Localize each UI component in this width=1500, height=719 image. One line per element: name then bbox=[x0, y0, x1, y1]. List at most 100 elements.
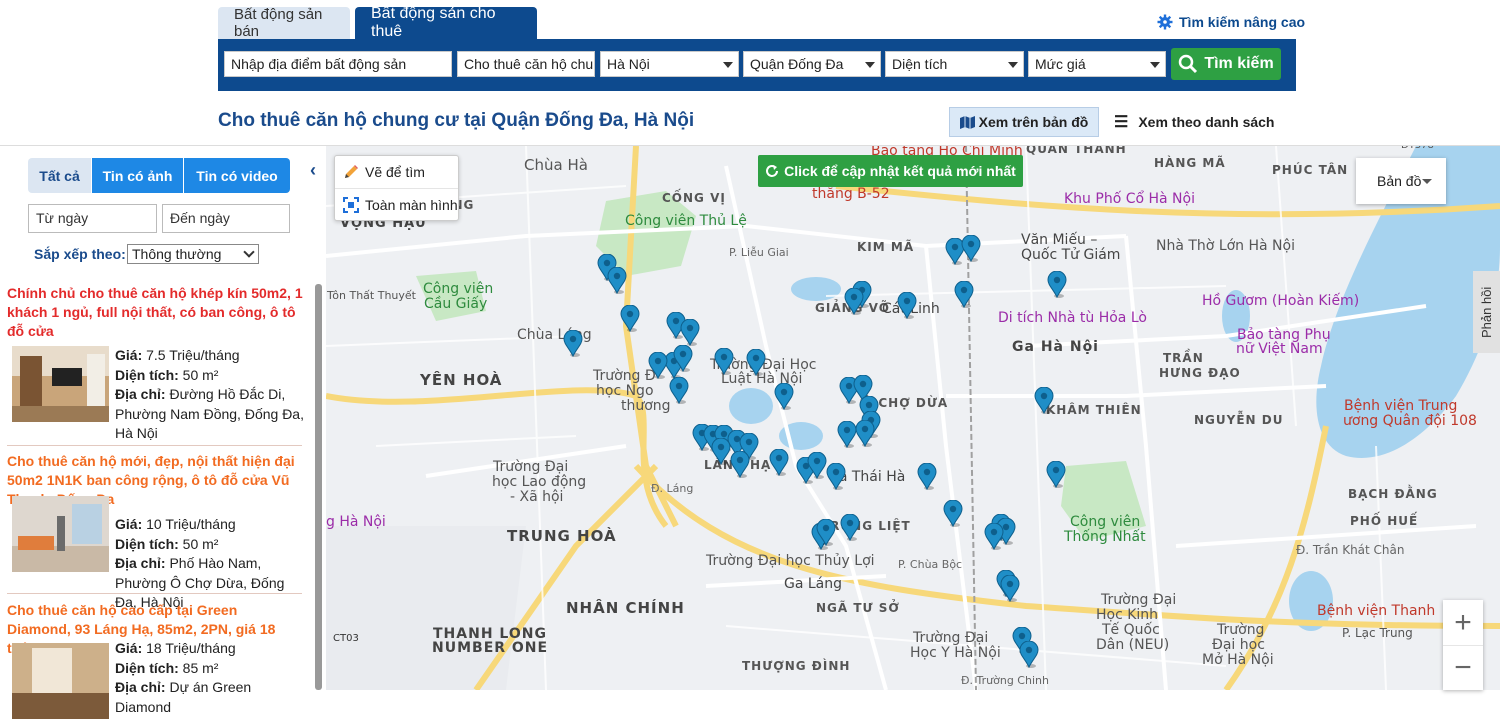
filter-all[interactable]: Tất cả bbox=[28, 158, 91, 193]
listing-marker-pin-icon[interactable] bbox=[769, 449, 789, 476]
map-label: Trường Đ bbox=[593, 368, 656, 384]
listing-marker-pin-icon[interactable] bbox=[711, 438, 731, 465]
listing-info: Giá: 7.5 Triệu/tháng Diện tích: 50 m² Đị… bbox=[115, 346, 305, 444]
map-label: QUÁN THÁNH bbox=[1026, 146, 1127, 156]
address-label: Địa chỉ: bbox=[115, 679, 166, 695]
listing-marker-pin-icon[interactable] bbox=[673, 345, 693, 372]
map-type-select[interactable]: Bản đồ bbox=[1356, 158, 1446, 204]
map-label: Chùa Hà bbox=[524, 156, 588, 174]
map-label: NHÂN CHÍNH bbox=[566, 599, 685, 617]
property-type-select[interactable]: Cho thuê căn hộ chung cư bbox=[457, 51, 595, 77]
collapse-panel-chevron-icon[interactable]: ‹ bbox=[310, 160, 316, 181]
date-from-input[interactable]: Từ ngày bbox=[28, 204, 157, 233]
listing-marker-pin-icon[interactable] bbox=[620, 305, 640, 332]
map-label: Mở Hà Nội bbox=[1202, 652, 1274, 668]
listing-marker-pin-icon[interactable] bbox=[897, 292, 917, 319]
chevron-down-icon bbox=[1008, 62, 1018, 68]
listing-marker-pin-icon[interactable] bbox=[774, 383, 794, 410]
listing-title[interactable]: Chính chủ cho thuê căn hộ khép kín 50m2,… bbox=[7, 284, 303, 341]
feedback-tab[interactable]: Phản hồi bbox=[1473, 271, 1500, 353]
listing-marker-pin-icon[interactable] bbox=[563, 330, 583, 357]
map-label: Trường Đại bbox=[1101, 592, 1177, 608]
view-as-list-button[interactable]: ☰ Xem theo danh sách bbox=[1114, 112, 1275, 132]
listing-marker-pin-icon[interactable] bbox=[746, 349, 766, 376]
search-icon bbox=[1179, 54, 1198, 74]
tab-sale[interactable]: Bất động sản bán bbox=[218, 6, 350, 40]
map-label: Công viên bbox=[1070, 514, 1141, 530]
search-button[interactable]: Tìm kiếm bbox=[1171, 48, 1281, 80]
listing-marker-pin-icon[interactable] bbox=[680, 319, 700, 346]
fullscreen-icon bbox=[343, 196, 359, 213]
listing-thumbnail[interactable] bbox=[12, 643, 109, 719]
advanced-search-label: Tìm kiếm nâng cao bbox=[1179, 14, 1306, 30]
listing-marker-pin-icon[interactable] bbox=[807, 452, 827, 479]
listing-marker-pin-icon[interactable] bbox=[648, 352, 668, 379]
listing-item[interactable]: Cho thuê căn hộ cao cấp tại Green Diamon… bbox=[7, 601, 303, 719]
city-select[interactable]: Hà Nội bbox=[600, 51, 739, 77]
listing-marker-pin-icon[interactable] bbox=[961, 235, 981, 262]
listing-marker-pin-icon[interactable] bbox=[943, 500, 963, 527]
area-select[interactable]: Diện tích bbox=[885, 51, 1024, 77]
zoom-out-button[interactable]: − bbox=[1443, 645, 1483, 690]
listing-thumbnail[interactable] bbox=[12, 346, 109, 422]
listing-marker-pin-icon[interactable] bbox=[954, 281, 974, 308]
listing-marker-pin-icon[interactable] bbox=[844, 288, 864, 315]
listing-marker-pin-icon[interactable] bbox=[984, 523, 1004, 550]
map-label: thương bbox=[621, 398, 671, 414]
listing-marker-pin-icon[interactable] bbox=[816, 519, 836, 546]
advanced-search-link[interactable]: Tìm kiếm nâng cao bbox=[1157, 14, 1305, 30]
draw-search-button[interactable]: Vẽ để tìm bbox=[335, 156, 458, 188]
map-label: Di tích Nhà tù Hỏa Lò bbox=[998, 310, 1147, 326]
map-label: Khu Phố Cổ Hà Nội bbox=[1064, 191, 1195, 207]
price-label: Giá: bbox=[115, 347, 143, 363]
chevron-down-icon bbox=[1422, 179, 1432, 184]
listing-panel: Tất cả Tin có ảnh Tin có video Từ ngày Đ… bbox=[0, 146, 325, 719]
date-to-input[interactable]: Đến ngày bbox=[162, 204, 290, 233]
chevron-down-icon bbox=[723, 62, 733, 68]
filter-with-photo[interactable]: Tin có ảnh bbox=[92, 158, 183, 193]
listing-marker-pin-icon[interactable] bbox=[1019, 641, 1039, 668]
refresh-results-button[interactable]: Click để cập nhật kết quả mới nhất bbox=[758, 155, 1023, 187]
listing-marker-pin-icon[interactable] bbox=[855, 420, 875, 447]
listing-marker-pin-icon[interactable] bbox=[730, 451, 750, 478]
filter-with-video[interactable]: Tin có video bbox=[184, 158, 290, 193]
map-view[interactable]: Chùa Hà Bảo tàng Hồ Chí Minh QUÁN THÁNH HÀN… bbox=[326, 146, 1500, 690]
address-label: Địa chỉ: bbox=[115, 555, 166, 571]
zoom-in-button[interactable]: + bbox=[1443, 600, 1483, 645]
listing-marker-pin-icon[interactable] bbox=[1047, 271, 1067, 298]
listing-thumbnail[interactable] bbox=[12, 496, 109, 572]
listing-marker-pin-icon[interactable] bbox=[917, 463, 937, 490]
listing-marker-pin-icon[interactable] bbox=[826, 463, 846, 490]
listing-marker-pin-icon[interactable] bbox=[714, 348, 734, 375]
listing-scrollbar[interactable] bbox=[315, 284, 322, 690]
listing-marker-pin-icon[interactable] bbox=[607, 267, 627, 294]
location-placeholder: Nhập địa điểm bất động sản bbox=[231, 56, 407, 72]
district-select[interactable]: Quận Đống Đa bbox=[743, 51, 881, 77]
listing-marker-pin-icon[interactable] bbox=[669, 377, 689, 404]
map-label: Học Kinh bbox=[1096, 607, 1159, 623]
map-label: Trường Đại bbox=[913, 630, 989, 646]
sort-select[interactable]: Thông thường bbox=[127, 244, 259, 264]
map-label: BẠCH ĐẰNG bbox=[1348, 487, 1438, 501]
listing-marker-pin-icon[interactable] bbox=[1000, 575, 1020, 602]
map-label: Trường bbox=[1217, 622, 1265, 638]
gear-icon bbox=[1157, 14, 1173, 30]
listing-area: 50 m² bbox=[182, 366, 219, 383]
location-input[interactable]: Nhập địa điểm bất động sản bbox=[224, 51, 452, 77]
listing-item[interactable]: Chính chủ cho thuê căn hộ khép kín 50m2,… bbox=[7, 284, 305, 444]
pencil-icon bbox=[345, 165, 358, 178]
tab-rent[interactable]: Bất động sản cho thuê bbox=[355, 5, 537, 40]
listing-marker-pin-icon[interactable] bbox=[1034, 387, 1054, 414]
price-label: Giá: bbox=[115, 640, 143, 656]
map-label: P. Chùa Bộc bbox=[898, 558, 963, 571]
listing-marker-pin-icon[interactable] bbox=[840, 514, 860, 541]
chevron-down-icon bbox=[243, 246, 255, 258]
listing-marker-pin-icon[interactable] bbox=[1046, 461, 1066, 488]
view-on-map-button[interactable]: Xem trên bản đồ bbox=[949, 107, 1099, 137]
map-label: Trường Đại bbox=[493, 459, 569, 475]
fullscreen-button[interactable]: Toàn màn hình bbox=[335, 188, 458, 220]
map-label: thắng B-52 bbox=[812, 186, 890, 202]
listing-item[interactable]: Cho thuê căn hộ mới, đẹp, nội thất hiện … bbox=[7, 452, 303, 612]
price-select[interactable]: Mức giá bbox=[1028, 51, 1166, 77]
listing-marker-pin-icon[interactable] bbox=[837, 421, 857, 448]
